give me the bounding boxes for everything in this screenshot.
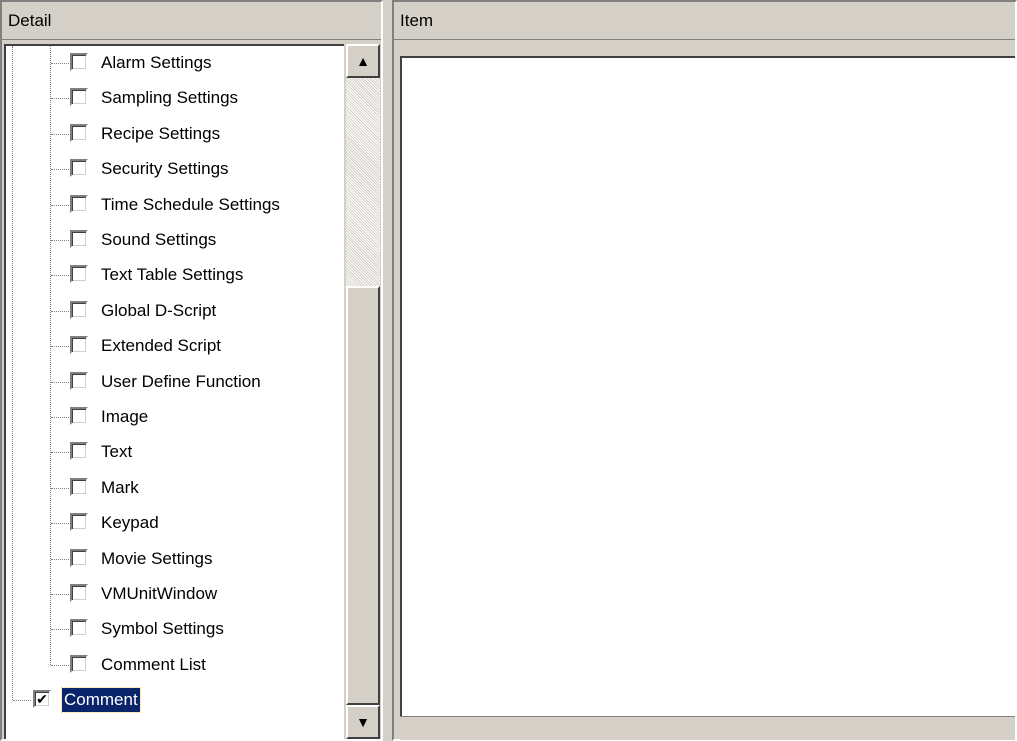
scroll-up-button[interactable]: ▲ <box>346 44 380 78</box>
tree-item[interactable]: Comment List <box>6 650 344 680</box>
tree-item-checkbox[interactable] <box>70 619 88 638</box>
tree-item-label-selected: Comment <box>61 687 141 714</box>
tree-item-checkbox[interactable] <box>70 371 88 390</box>
tree-item[interactable]: Movie Settings <box>6 544 344 574</box>
tree-item-checkbox[interactable] <box>70 159 88 178</box>
tree-item[interactable]: Alarm Settings <box>6 48 344 78</box>
tree-item[interactable]: Text Table Settings <box>6 260 344 290</box>
item-header[interactable]: Item <box>394 2 1015 40</box>
detail-panel: Detail Alarm Settings Sampling Settings Re… <box>0 0 383 741</box>
tree-item[interactable]: Recipe Settings <box>6 119 344 149</box>
detail-header[interactable]: Detail <box>2 2 381 40</box>
item-horizontal-bar <box>400 716 1015 740</box>
tree-item-label: Time Schedule Settings <box>101 194 280 214</box>
tree-item-label: Mark <box>101 477 139 497</box>
scroll-thumb[interactable] <box>346 286 380 705</box>
tree-item[interactable]: Sampling Settings <box>6 83 344 113</box>
tree-item-label: Sampling Settings <box>101 88 239 108</box>
tree-item-checkbox[interactable] <box>70 300 88 319</box>
tree-item[interactable]: Sound Settings <box>6 225 344 255</box>
tree-item[interactable]: VMUnitWindow <box>6 579 344 609</box>
tree-item-comment[interactable]: ✔ Comment <box>6 46 344 715</box>
tree-item-label: Text Table Settings <box>101 265 244 285</box>
tree-item-label: Comment List <box>101 654 206 674</box>
tree-item-checkbox[interactable] <box>70 442 88 461</box>
tree-item-label: Alarm Settings <box>101 53 212 72</box>
tree-item-checkbox[interactable] <box>70 584 88 602</box>
tree-item-label: Global D-Script <box>101 300 217 320</box>
tree-item-checkbox[interactable] <box>70 654 88 673</box>
tree-item[interactable]: Security Settings <box>6 154 344 184</box>
arrow-up-icon: ▲ <box>356 53 370 69</box>
tree-item-label: Sound Settings <box>101 230 217 249</box>
tree-item-checkbox[interactable] <box>70 513 88 532</box>
tree-item[interactable]: Global D-Script <box>6 296 344 326</box>
tree-item-checkbox[interactable] <box>70 336 88 355</box>
tree-item-label: VMUnitWindow <box>101 584 218 603</box>
tree-item[interactable]: Mark <box>6 473 344 503</box>
item-header-label: Item <box>400 11 434 30</box>
tree-item-label: Movie Settings <box>101 548 213 568</box>
check-icon: ✔ <box>36 691 48 708</box>
tree-item[interactable]: Time Schedule Settings <box>6 190 344 220</box>
tree-item-label: Security Settings <box>101 159 229 179</box>
detail-header-label: Detail <box>8 11 52 30</box>
tree-item[interactable]: Symbol Settings <box>6 614 344 644</box>
item-content-area[interactable] <box>400 56 1015 716</box>
comment-checkbox[interactable]: ✔ <box>33 690 51 709</box>
tree-item-label: Recipe Settings <box>101 123 221 143</box>
tree-item-label: Image <box>101 407 149 426</box>
detail-tree: Alarm Settings Sampling Settings Recipe Se… <box>4 44 344 739</box>
tree-item-checkbox[interactable] <box>70 194 88 213</box>
tree-item-label: Keypad <box>101 513 159 533</box>
scroll-down-button[interactable]: ▼ <box>346 705 380 739</box>
arrow-down-icon: ▼ <box>356 714 370 730</box>
tree-item[interactable]: User Define Function <box>6 367 344 397</box>
tree-item-label: User Define Function <box>101 371 261 391</box>
tree-item-checkbox[interactable] <box>70 407 88 425</box>
tree-item-checkbox[interactable] <box>70 123 88 142</box>
tree-item[interactable]: Image <box>6 402 344 432</box>
tree-item-checkbox[interactable] <box>70 88 88 107</box>
tree-item-checkbox[interactable] <box>70 265 88 284</box>
tree-item-checkbox[interactable] <box>70 548 88 567</box>
tree-item[interactable]: Text <box>6 437 344 467</box>
tree-item-label: Extended Script <box>101 336 222 356</box>
tree-item-checkbox[interactable] <box>70 53 88 71</box>
tree-item-label: Symbol Settings <box>101 619 224 639</box>
tree-item-checkbox[interactable] <box>70 230 88 248</box>
tree-item-checkbox[interactable] <box>70 477 88 496</box>
detail-scrollbar[interactable]: ▲ ▼ <box>346 44 380 739</box>
tree-item-label: Text <box>101 442 133 462</box>
tree-item[interactable]: Extended Script <box>6 331 344 361</box>
tree-item[interactable]: Keypad <box>6 508 344 538</box>
item-panel: Item <box>392 0 1017 741</box>
